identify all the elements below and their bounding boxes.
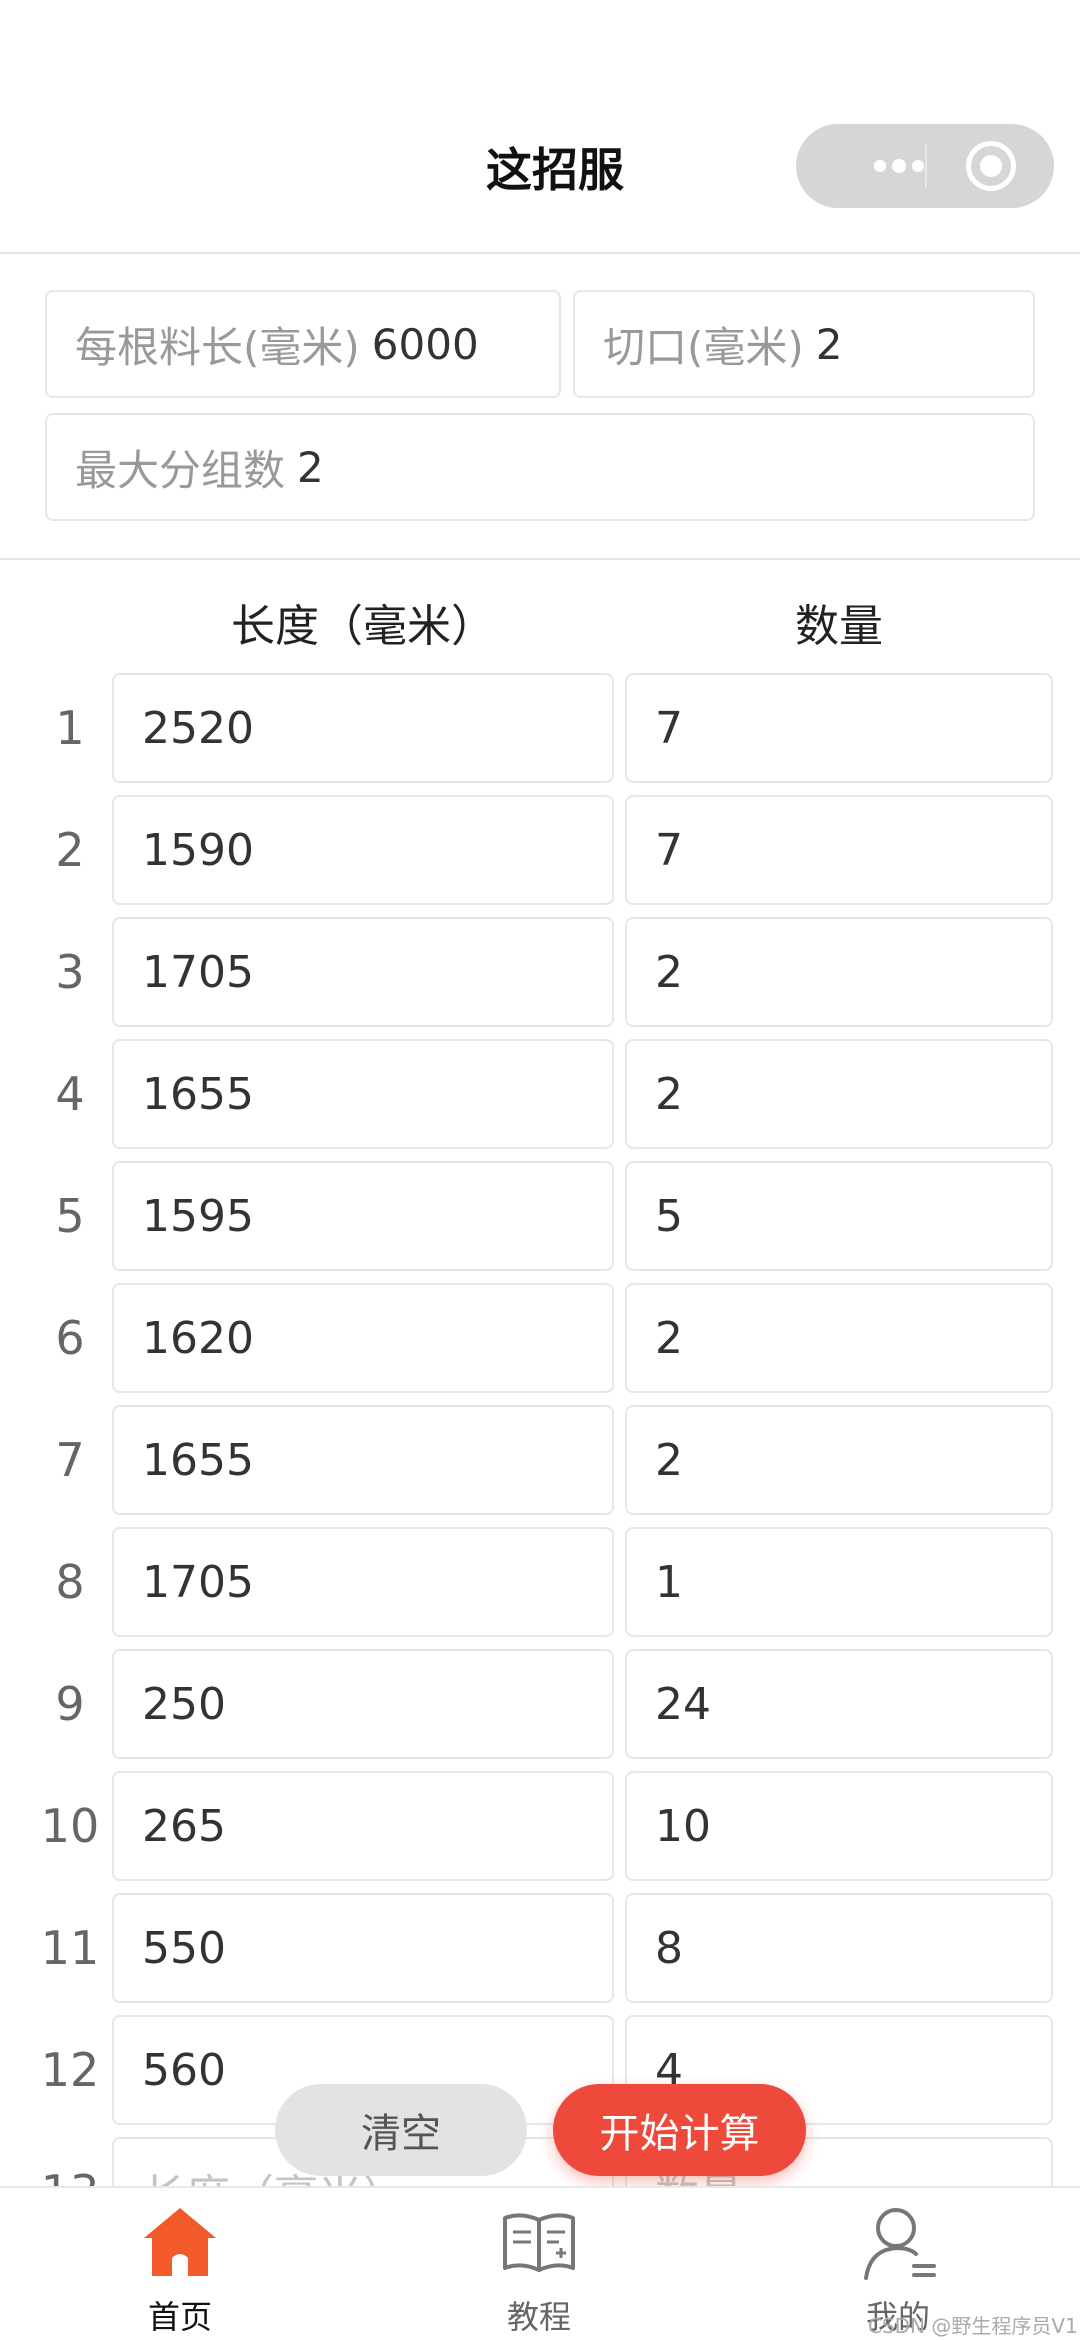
- tab-bar: 首页 教程 我的 CSDN @野生程序员V1: [0, 2186, 1080, 2340]
- table-row: 8 1705 1: [0, 1527, 1080, 1637]
- quantity-input[interactable]: 1: [625, 1527, 1053, 1637]
- quantity-input[interactable]: 10: [625, 1771, 1053, 1881]
- length-input[interactable]: 1595: [112, 1161, 614, 1271]
- clear-button[interactable]: 清空: [275, 2084, 527, 2176]
- max-groups-field[interactable]: 最大分组数 2: [45, 413, 1035, 521]
- quantity-input[interactable]: 2: [625, 917, 1053, 1027]
- watermark-text: CSDN @野生程序员V1: [868, 2314, 1078, 2338]
- quantity-input[interactable]: 2: [625, 1405, 1053, 1515]
- kerf-field[interactable]: 切口(毫米) 2: [573, 290, 1035, 398]
- quantity-input[interactable]: 7: [625, 673, 1053, 783]
- length-input[interactable]: 1705: [112, 917, 614, 1027]
- quantity-input[interactable]: 7: [625, 795, 1053, 905]
- length-input[interactable]: 265: [112, 1771, 614, 1881]
- table-row: 9 250 24: [0, 1649, 1080, 1759]
- stock-length-value: 6000: [371, 319, 479, 369]
- length-input[interactable]: 1620: [112, 1283, 614, 1393]
- table-row: 6 1620 2: [0, 1283, 1080, 1393]
- settings-divider: [0, 558, 1080, 560]
- table-row: 3 1705 2: [0, 917, 1080, 1027]
- mini-program-capsule: [796, 124, 1054, 208]
- tab-home[interactable]: 首页: [90, 2188, 270, 2340]
- table-row: 11 550 8: [0, 1893, 1080, 2003]
- length-input[interactable]: 1705: [112, 1527, 614, 1637]
- length-input[interactable]: 550: [112, 1893, 614, 2003]
- length-input[interactable]: 250: [112, 1649, 614, 1759]
- tab-home-label: 首页: [147, 2298, 212, 2336]
- quantity-input[interactable]: 8: [625, 1893, 1053, 2003]
- table-row: 7 1655 2: [0, 1405, 1080, 1515]
- stock-length-field[interactable]: 每根料长(毫米) 6000: [45, 290, 561, 398]
- more-menu-icon[interactable]: [834, 124, 954, 208]
- table-row: 10 265 10: [0, 1771, 1080, 1881]
- kerf-value: 2: [815, 319, 843, 369]
- table-row: 5 1595 5: [0, 1161, 1080, 1271]
- kerf-label: 切口(毫米): [603, 322, 804, 372]
- tab-tutorial[interactable]: 教程: [449, 2188, 629, 2340]
- tab-tutorial-label: 教程: [506, 2298, 571, 2336]
- app-page: 这招服 每根料长(毫米) 6000 切口(毫米) 2 最大分组数 2 长度（毫米…: [0, 0, 1080, 2340]
- quantity-input[interactable]: 2: [625, 1283, 1053, 1393]
- length-input[interactable]: 2520: [112, 673, 614, 783]
- nav-divider: [0, 252, 1080, 254]
- calculate-button[interactable]: 开始计算: [553, 2084, 806, 2176]
- length-input[interactable]: 1655: [112, 1039, 614, 1149]
- max-groups-label: 最大分组数: [75, 445, 286, 495]
- table-row: 4 1655 2: [0, 1039, 1080, 1149]
- table-row: 2 1590 7: [0, 795, 1080, 905]
- nav-bar: 这招服: [0, 0, 1080, 252]
- stock-length-label: 每根料长(毫米): [75, 322, 360, 372]
- capsule-divider: [925, 144, 927, 188]
- length-input[interactable]: 1590: [112, 795, 614, 905]
- max-groups-value: 2: [297, 442, 324, 492]
- home-icon: [144, 2208, 216, 2276]
- quantity-input[interactable]: 2: [625, 1039, 1053, 1149]
- user-icon: [864, 2208, 936, 2280]
- length-input[interactable]: 1655: [112, 1405, 614, 1515]
- quantity-column-header: 数量: [795, 601, 883, 652]
- table-row: 12 560 4: [0, 2015, 1080, 2125]
- book-icon: [503, 2213, 575, 2272]
- quantity-input[interactable]: 5: [625, 1161, 1053, 1271]
- quantity-input[interactable]: 24: [625, 1649, 1053, 1759]
- close-miniprogram-icon[interactable]: [966, 141, 1016, 191]
- length-column-header: 长度（毫米）: [231, 601, 495, 652]
- table-row: 1 2520 7: [0, 673, 1080, 783]
